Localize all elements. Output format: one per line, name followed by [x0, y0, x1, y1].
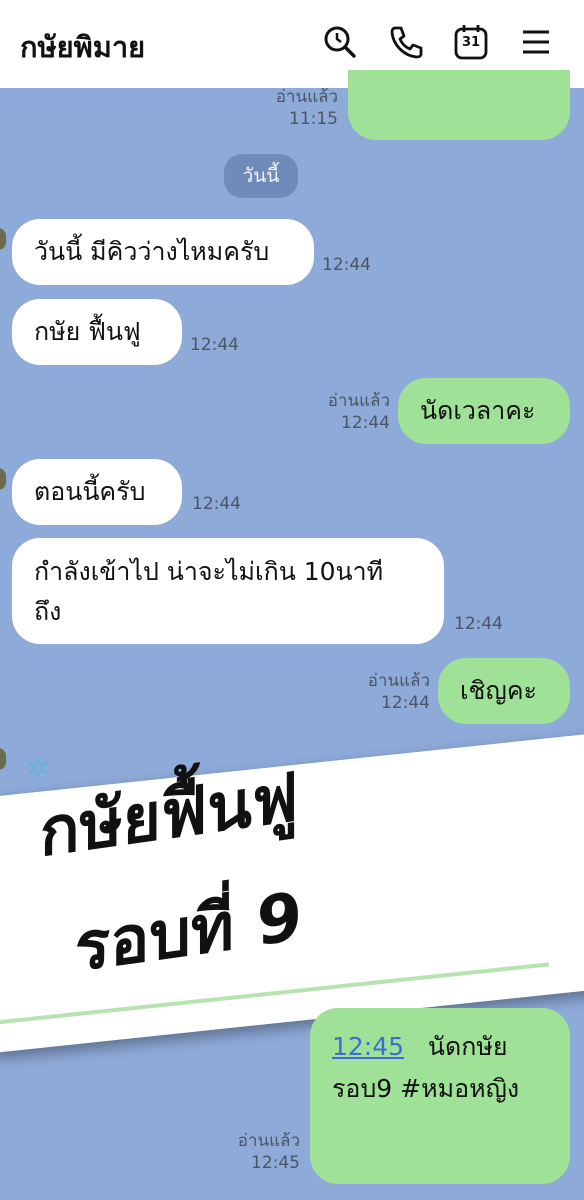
message-line: รอบ9 #หมอหญิง: [332, 1074, 520, 1103]
read-receipt: อ่านแล้ว: [275, 87, 338, 107]
avatar[interactable]: [0, 468, 6, 490]
message-time: 11:15: [289, 109, 338, 129]
message-line: กำลังเข้าไป น่าจะไม่เกิน 10นาที: [34, 557, 384, 586]
message-time: 12:44: [192, 494, 241, 514]
calendar-icon[interactable]: 31: [451, 22, 491, 62]
chat-title: กษัยพิมาย: [20, 30, 146, 64]
message-bubble-out[interactable]: [348, 70, 570, 140]
message-time: 12:44: [322, 255, 371, 275]
message-text: นัดกษัย: [427, 1032, 508, 1061]
message-bubble-out[interactable]: เชิญคะ: [438, 658, 570, 724]
avatar[interactable]: [0, 228, 6, 250]
read-receipt: อ่านแล้ว: [367, 671, 430, 691]
calendar-day: 31: [461, 35, 481, 50]
message-bubble-in[interactable]: วันนี้ มีคิวว่างไหมครับ: [12, 219, 314, 285]
message-meta: อ่านแล้ว 12:45: [200, 1130, 300, 1174]
message-line: ถึง: [34, 597, 62, 626]
message-meta: อ่านแล้ว 11:15: [236, 86, 338, 130]
message-time: 12:44: [190, 335, 239, 355]
message-meta: อ่านแล้ว 12:44: [290, 390, 390, 434]
message-bubble-out[interactable]: 12:45 นัดกษัย รอบ9 #หมอหญิง: [310, 1008, 570, 1184]
read-receipt: อ่านแล้ว: [237, 1131, 300, 1151]
date-separator: วันนี้: [224, 154, 298, 198]
message-time: 12:44: [454, 614, 503, 634]
avatar[interactable]: [0, 748, 6, 770]
message-time: 12:45: [251, 1153, 300, 1173]
message-time: 12:44: [381, 693, 430, 713]
search-icon[interactable]: [320, 22, 360, 62]
message-meta: อ่านแล้ว 12:44: [330, 670, 430, 714]
message-time: 12:44: [341, 413, 390, 433]
message-line: 12:45 นัดกษัย: [332, 1026, 548, 1068]
time-link[interactable]: 12:45: [332, 1032, 404, 1061]
message-bubble-in[interactable]: ตอนนี้ครับ: [12, 459, 182, 525]
message-bubble-out[interactable]: นัดเวลาคะ: [398, 378, 570, 444]
message-bubble-in[interactable]: กำลังเข้าไป น่าจะไม่เกิน 10นาที ถึง: [12, 538, 444, 644]
message-bubble-in[interactable]: กษัย ฟื้นฟู: [12, 299, 182, 365]
read-receipt: อ่านแล้ว: [327, 391, 390, 411]
menu-icon[interactable]: [516, 22, 556, 62]
phone-icon[interactable]: [386, 22, 426, 62]
